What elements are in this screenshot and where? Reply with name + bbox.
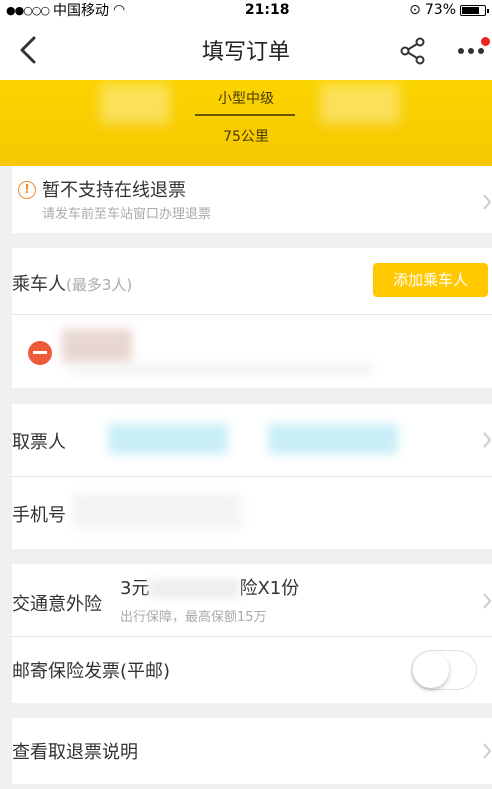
page-title: 填写订单 xyxy=(201,40,290,65)
wifi-icon: ◠ xyxy=(113,2,126,18)
rotation-lock-icon: ⊙ xyxy=(409,2,421,18)
insurance-row[interactable]: 交通意外险 3元 险X1份 出行保障，最高保额15万 xyxy=(12,564,492,636)
passenger-entry xyxy=(12,315,492,388)
refund-notice[interactable]: ! 暂不支持在线退票 请发车前至车站窗口办理退票 xyxy=(12,166,492,233)
signal-icon: ●●○○○ xyxy=(6,3,50,17)
phone-row[interactable]: 手机号 xyxy=(12,477,492,549)
phone-label: 手机号 xyxy=(12,505,66,526)
share-icon[interactable] xyxy=(398,36,428,66)
notification-dot xyxy=(481,37,490,46)
refund-subtitle: 请发车前至车站窗口办理退票 xyxy=(42,207,212,222)
insurance-label: 交通意外险 xyxy=(12,594,102,615)
trip-distance: 75公里 xyxy=(223,129,269,145)
nav-bar: 填写订单 xyxy=(0,20,492,80)
insurance-subtitle: 出行保障，最高保额15万 xyxy=(120,610,267,625)
invoice-row: 邮寄保险发票(平邮) xyxy=(12,637,492,703)
banner-divider xyxy=(195,114,295,116)
chevron-right-icon xyxy=(483,194,492,210)
info-icon: ! xyxy=(18,181,36,199)
time-label: 21:18 xyxy=(244,2,290,18)
passenger-name-blur xyxy=(62,329,132,363)
toggle-knob xyxy=(413,652,449,688)
chevron-right-icon xyxy=(483,432,492,448)
collector-id-blur xyxy=(268,424,398,454)
trip-banner: 小型中级 75公里 xyxy=(0,80,492,166)
invoice-toggle[interactable] xyxy=(411,650,477,690)
chevron-right-icon xyxy=(483,743,492,759)
passenger-id-blur xyxy=(72,365,372,375)
car-type: 小型中级 xyxy=(218,91,274,107)
battery-icon xyxy=(460,4,489,16)
phone-number-blur xyxy=(72,493,242,529)
refund-policy-row[interactable]: 查看取退票说明 xyxy=(12,718,492,784)
back-icon[interactable] xyxy=(14,32,44,68)
status-bar: ●●○○○ 中国移动 ◠ 21:18 ⊙ 73% xyxy=(0,0,492,20)
passenger-label: 乘车人(最多3人) xyxy=(12,274,133,295)
refund-title: 暂不支持在线退票 xyxy=(42,180,186,201)
ticket-collector-row[interactable]: 取票人 xyxy=(12,404,492,476)
passenger-limit: (最多3人) xyxy=(66,276,133,294)
refund-policy-label: 查看取退票说明 xyxy=(12,742,138,763)
passenger-section: 乘车人(最多3人) 添加乘车人 xyxy=(12,248,492,314)
add-passenger-button[interactable]: 添加乘车人 xyxy=(373,263,488,297)
battery-label: 73% xyxy=(424,2,456,18)
chevron-right-icon xyxy=(483,593,492,609)
ticket-collector-label: 取票人 xyxy=(12,432,66,453)
carrier-label: 中国移动 xyxy=(53,3,109,19)
insurance-price: 3元 险X1份 xyxy=(120,578,300,599)
collector-name-blur xyxy=(108,424,228,454)
invoice-label: 邮寄保险发票(平邮) xyxy=(12,661,171,682)
remove-passenger-icon[interactable] xyxy=(28,341,52,365)
